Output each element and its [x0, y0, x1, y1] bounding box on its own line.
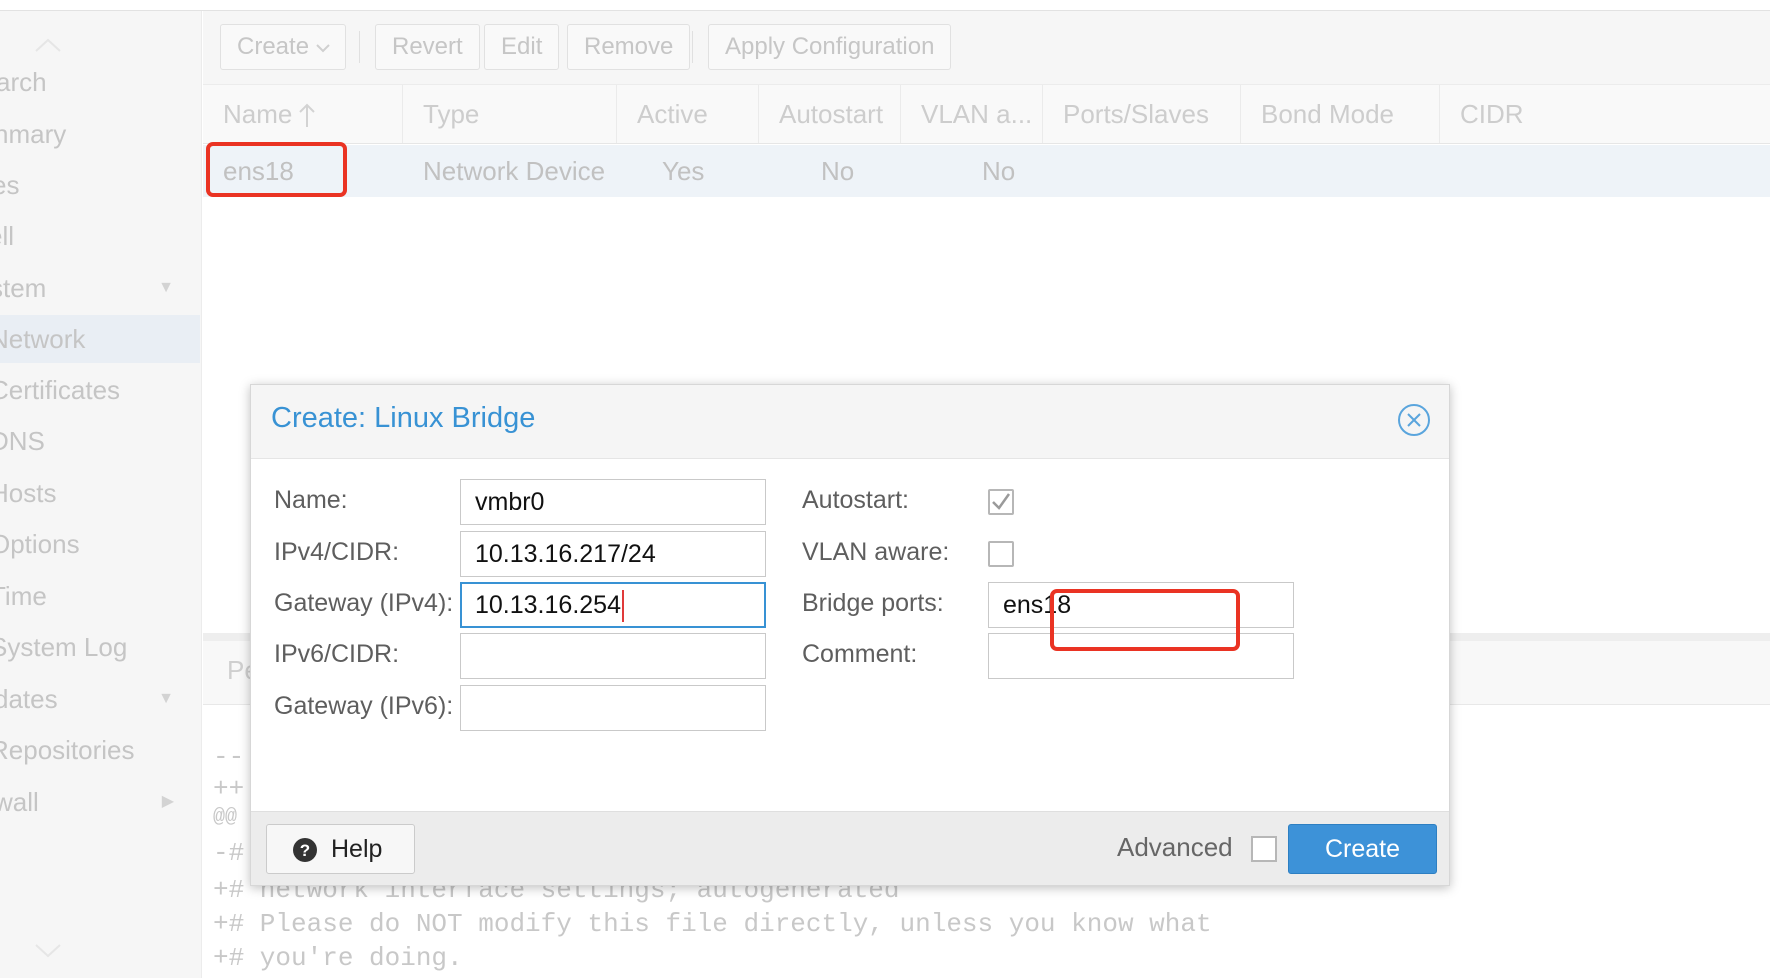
dialog-header: Create: Linux Bridge [251, 385, 1449, 459]
svg-text:?: ? [300, 841, 310, 860]
sidebar-item-network[interactable]: Network [0, 315, 200, 363]
chevron-down-icon[interactable] [30, 941, 66, 961]
column-header-ports-slaves[interactable]: Ports/Slaves [1043, 85, 1241, 143]
gateway-ipv6-field[interactable] [460, 685, 766, 731]
help-icon: ? [293, 838, 317, 862]
sidebar-item-dns[interactable]: DNS [0, 417, 202, 465]
apply-configuration-button[interactable]: Apply Configuration [708, 24, 952, 70]
gateway-ipv4-label: Gateway (IPv4): [274, 589, 454, 617]
toolbar: Create Revert Edit Remove Apply Configur… [203, 11, 1770, 84]
ipv6-field[interactable] [460, 633, 766, 679]
revert-button[interactable]: Revert [375, 24, 480, 70]
sidebar-item-firewall[interactable]: wall ▶ [0, 778, 202, 826]
sidebar-item-notes[interactable]: es [0, 161, 202, 209]
toolbar-separator [359, 31, 360, 63]
column-header-type[interactable]: Type [403, 85, 617, 143]
advanced-label: Advanced [1117, 832, 1233, 862]
name-field[interactable]: vmbr0 [460, 479, 766, 525]
sidebar-item-options[interactable]: Options [0, 520, 202, 568]
code-line: ++ [213, 774, 245, 804]
column-header-vlan-aware[interactable]: VLAN a... [901, 85, 1043, 143]
sort-asc-icon [299, 103, 315, 127]
cell-active: Yes [662, 156, 705, 186]
sidebar-item-shell[interactable]: ell [0, 212, 202, 260]
sidebar-item-certificates[interactable]: Certificates [0, 366, 202, 414]
column-header-active[interactable]: Active [617, 85, 759, 143]
sidebar-item-system-log[interactable]: System Log [0, 623, 202, 671]
sidebar-item-updates[interactable]: dates ▼ [0, 675, 202, 723]
sidebar: arch nmary es ell stem▼ Network Certific… [0, 11, 202, 978]
highlight-box [206, 142, 347, 197]
code-line: +# Please do NOT modify this file direct… [213, 909, 1212, 939]
close-icon[interactable] [1397, 403, 1431, 437]
chevron-right-icon: ▶ [161, 793, 174, 810]
gateway-ipv4-field[interactable]: 10.13.16.254 [460, 582, 766, 628]
name-label: Name: [274, 486, 348, 514]
column-header-name[interactable]: Name [203, 85, 403, 143]
sidebar-item-search[interactable]: arch [0, 58, 202, 106]
sidebar-item-summary[interactable]: nmary [0, 110, 202, 158]
ipv4-field[interactable]: 10.13.16.217/24 [460, 531, 766, 577]
sidebar-item-system[interactable]: stem▼ [0, 264, 202, 312]
grid-header: Name Type Active Autostart VLAN a... Por… [203, 84, 1770, 144]
column-header-cidr[interactable]: CIDR [1440, 85, 1770, 143]
dialog-title: Create: Linux Bridge [271, 402, 536, 434]
edit-button[interactable]: Edit [484, 24, 560, 70]
chevron-up-icon[interactable] [30, 35, 66, 55]
code-line: -- [213, 742, 245, 772]
checkmark-icon [992, 493, 1011, 510]
gateway-ipv4-value: 10.13.16.254 [475, 591, 621, 619]
column-header-autostart[interactable]: Autostart [759, 85, 901, 143]
create-menu-button[interactable]: Create [220, 24, 346, 70]
toolbar-separator [692, 31, 693, 63]
cell-autostart: No [821, 156, 855, 186]
highlight-box [1050, 589, 1240, 651]
ipv6-label: IPv6/CIDR: [274, 640, 400, 668]
vlan-aware-label: VLAN aware: [802, 538, 950, 566]
dialog-footer: ? Help Advanced Create [251, 811, 1449, 885]
code-line: +# you're doing. [213, 943, 463, 973]
code-line: -# [213, 838, 245, 868]
ipv4-label: IPv4/CIDR: [274, 538, 400, 566]
column-header-bond-mode[interactable]: Bond Mode [1241, 85, 1440, 143]
cell-vlan-aware: No [982, 156, 1016, 186]
chevron-down-icon [316, 44, 330, 53]
create-button[interactable]: Create [1288, 824, 1437, 874]
bridge-ports-label: Bridge ports: [802, 589, 944, 617]
autostart-label: Autostart: [802, 486, 909, 514]
screen: arch nmary es ell stem▼ Network Certific… [0, 0, 1770, 978]
text-caret [621, 590, 624, 623]
vlan-aware-checkbox[interactable] [988, 541, 1014, 567]
advanced-checkbox[interactable] [1251, 836, 1277, 862]
help-button[interactable]: ? Help [266, 824, 415, 874]
cell-type: Network Device [423, 156, 606, 186]
table-row[interactable]: ens18 Network Device Yes No No [203, 145, 1770, 197]
autostart-checkbox[interactable] [988, 489, 1014, 515]
sidebar-item-time[interactable]: Time [0, 572, 202, 620]
chevron-down-icon: ▼ [158, 690, 174, 707]
sidebar-item-hosts[interactable]: Hosts [0, 469, 202, 517]
create-linux-bridge-dialog: Create: Linux Bridge Name: vmbr0 IPv4/CI… [250, 384, 1450, 886]
sidebar-item-repositories[interactable]: Repositories [0, 726, 202, 774]
remove-button[interactable]: Remove [567, 24, 691, 70]
gateway-ipv6-label: Gateway (IPv6): [274, 692, 454, 720]
chevron-down-icon: ▼ [158, 279, 174, 296]
comment-label: Comment: [802, 640, 918, 668]
code-line: @@ [213, 806, 238, 829]
